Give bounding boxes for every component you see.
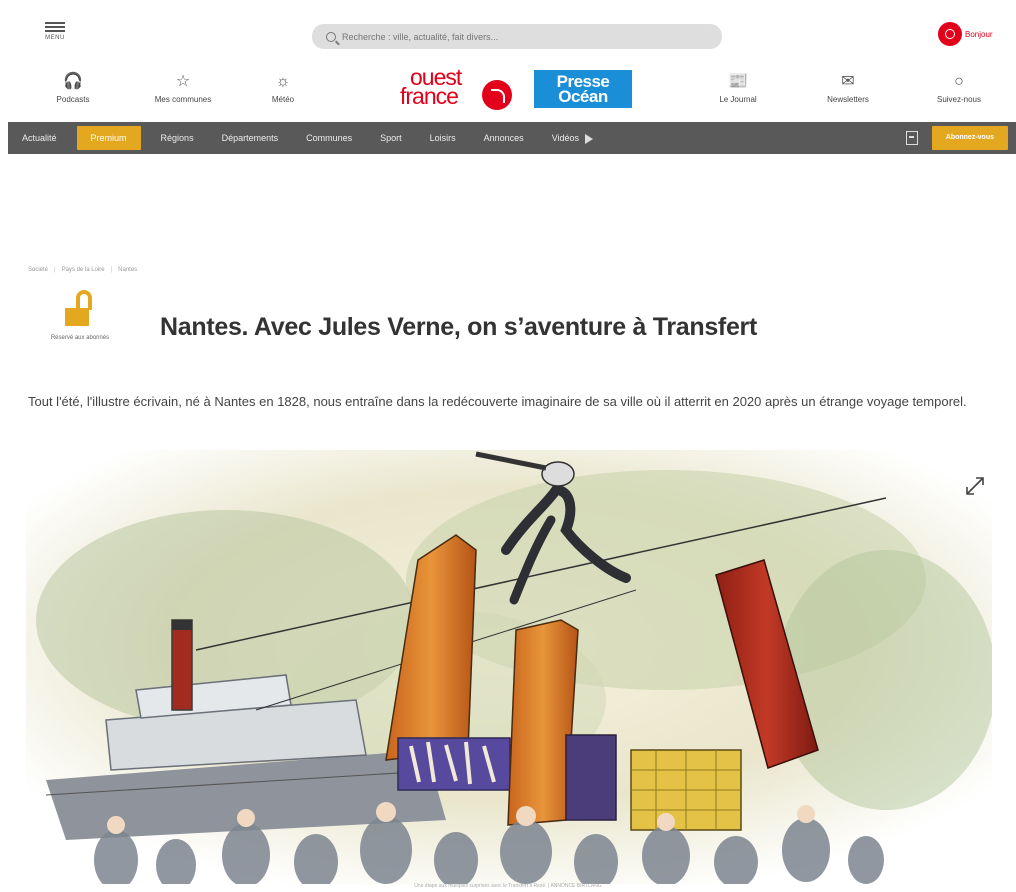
premium-badge-label: Réservé aux abonnés bbox=[50, 335, 110, 341]
nav-item-departements[interactable]: Départements bbox=[208, 122, 293, 154]
hamburger-icon-bar bbox=[45, 26, 65, 28]
star-icon: ☆ bbox=[175, 73, 191, 90]
nav-item-premium[interactable]: Premium bbox=[76, 126, 141, 150]
quick-link-label: Suivez-nous bbox=[936, 95, 982, 104]
newspaper-icon: 📰 bbox=[728, 73, 748, 90]
nav-item-loisirs[interactable]: Loisirs bbox=[416, 122, 470, 154]
menu-button[interactable]: MENU bbox=[38, 22, 72, 52]
bookmark-icon[interactable] bbox=[905, 131, 918, 145]
main-nav: Actualité Premium Régions Départements C… bbox=[8, 122, 1016, 154]
breadcrumb-item[interactable]: Pays de la Loire bbox=[62, 267, 105, 273]
nav-item-annonces[interactable]: Annonces bbox=[470, 122, 538, 154]
search-icon bbox=[326, 31, 336, 42]
illustration-drawing bbox=[26, 450, 992, 884]
presse-ocean-logo[interactable]: Presse Océan bbox=[534, 70, 632, 108]
hamburger-icon bbox=[45, 22, 65, 24]
lock-body bbox=[65, 308, 89, 326]
breadcrumb-item[interactable]: Société bbox=[28, 267, 48, 273]
quick-link-le-journal[interactable]: 📰 Le Journal bbox=[693, 72, 783, 104]
user-icon bbox=[938, 22, 962, 46]
article-lede: Tout l'été, l'illustre écrivain, né à Na… bbox=[28, 394, 967, 409]
site-header: MENU Bonjour 🎧 Podcasts ☆ Mes communes ☼… bbox=[0, 0, 1016, 120]
quick-link-label: Podcasts bbox=[56, 95, 90, 104]
nav-item-label: Vidéos bbox=[551, 133, 580, 143]
lock-shackle bbox=[76, 290, 92, 310]
quick-link-label: Newsletters bbox=[827, 95, 869, 104]
play-icon bbox=[585, 133, 594, 144]
quick-link-newsletters[interactable]: ✉ Newsletters bbox=[803, 72, 893, 104]
quick-link-label: Mes communes bbox=[154, 95, 212, 104]
nav-item-actualite[interactable]: Actualité bbox=[8, 122, 71, 154]
headphones-icon: 🎧 bbox=[63, 73, 83, 90]
breadcrumb-item[interactable]: Nantes bbox=[118, 267, 137, 273]
expand-icon[interactable] bbox=[963, 474, 987, 498]
quick-link-podcasts[interactable]: 🎧 Podcasts bbox=[28, 72, 118, 104]
ouest-france-emblem-icon bbox=[482, 80, 512, 110]
search-bar[interactable] bbox=[312, 24, 722, 49]
quick-link-meteo[interactable]: ☼ Météo bbox=[238, 72, 328, 104]
nav-item-regions[interactable]: Régions bbox=[147, 122, 208, 154]
breadcrumb-separator: | bbox=[54, 267, 56, 273]
logo-word: Océan bbox=[558, 87, 608, 106]
breadcrumb-separator: | bbox=[110, 267, 113, 273]
article-illustration[interactable] bbox=[26, 450, 992, 884]
quick-link-label: Le Journal bbox=[719, 95, 757, 104]
breadcrumb: Société | Pays de la Loire | Nantes bbox=[28, 267, 137, 273]
follow-icon: ○ bbox=[954, 73, 964, 90]
account-label: Bonjour bbox=[965, 29, 993, 39]
premium-badge: Réservé aux abonnés bbox=[50, 288, 110, 342]
ouest-france-logo[interactable]: ouest france bbox=[398, 66, 518, 112]
menu-label: MENU bbox=[45, 35, 65, 41]
logo-word: france bbox=[400, 83, 459, 109]
nav-item-videos[interactable]: Vidéos bbox=[538, 122, 607, 154]
article-title: Nantes. Avec Jules Verne, on s’aventure … bbox=[160, 313, 758, 341]
lock-icon bbox=[63, 288, 97, 328]
illustration-caption: Une étape aux multiples surprises avec l… bbox=[414, 883, 602, 889]
envelope-icon: ✉ bbox=[841, 73, 855, 90]
account-button[interactable]: Bonjour bbox=[938, 22, 993, 46]
quick-link-label: Météo bbox=[271, 95, 295, 104]
search-input[interactable] bbox=[342, 31, 702, 42]
quick-link-mes-communes[interactable]: ☆ Mes communes bbox=[138, 72, 228, 104]
nav-item-sport[interactable]: Sport bbox=[366, 122, 416, 154]
hamburger-icon-bar bbox=[45, 30, 65, 32]
weather-icon: ☼ bbox=[275, 73, 291, 90]
quick-link-suivez-nous[interactable]: ○ Suivez-nous bbox=[914, 72, 1004, 104]
nav-item-communes[interactable]: Communes bbox=[292, 122, 366, 154]
subscribe-button[interactable]: Abonnez-vous bbox=[931, 126, 1008, 150]
